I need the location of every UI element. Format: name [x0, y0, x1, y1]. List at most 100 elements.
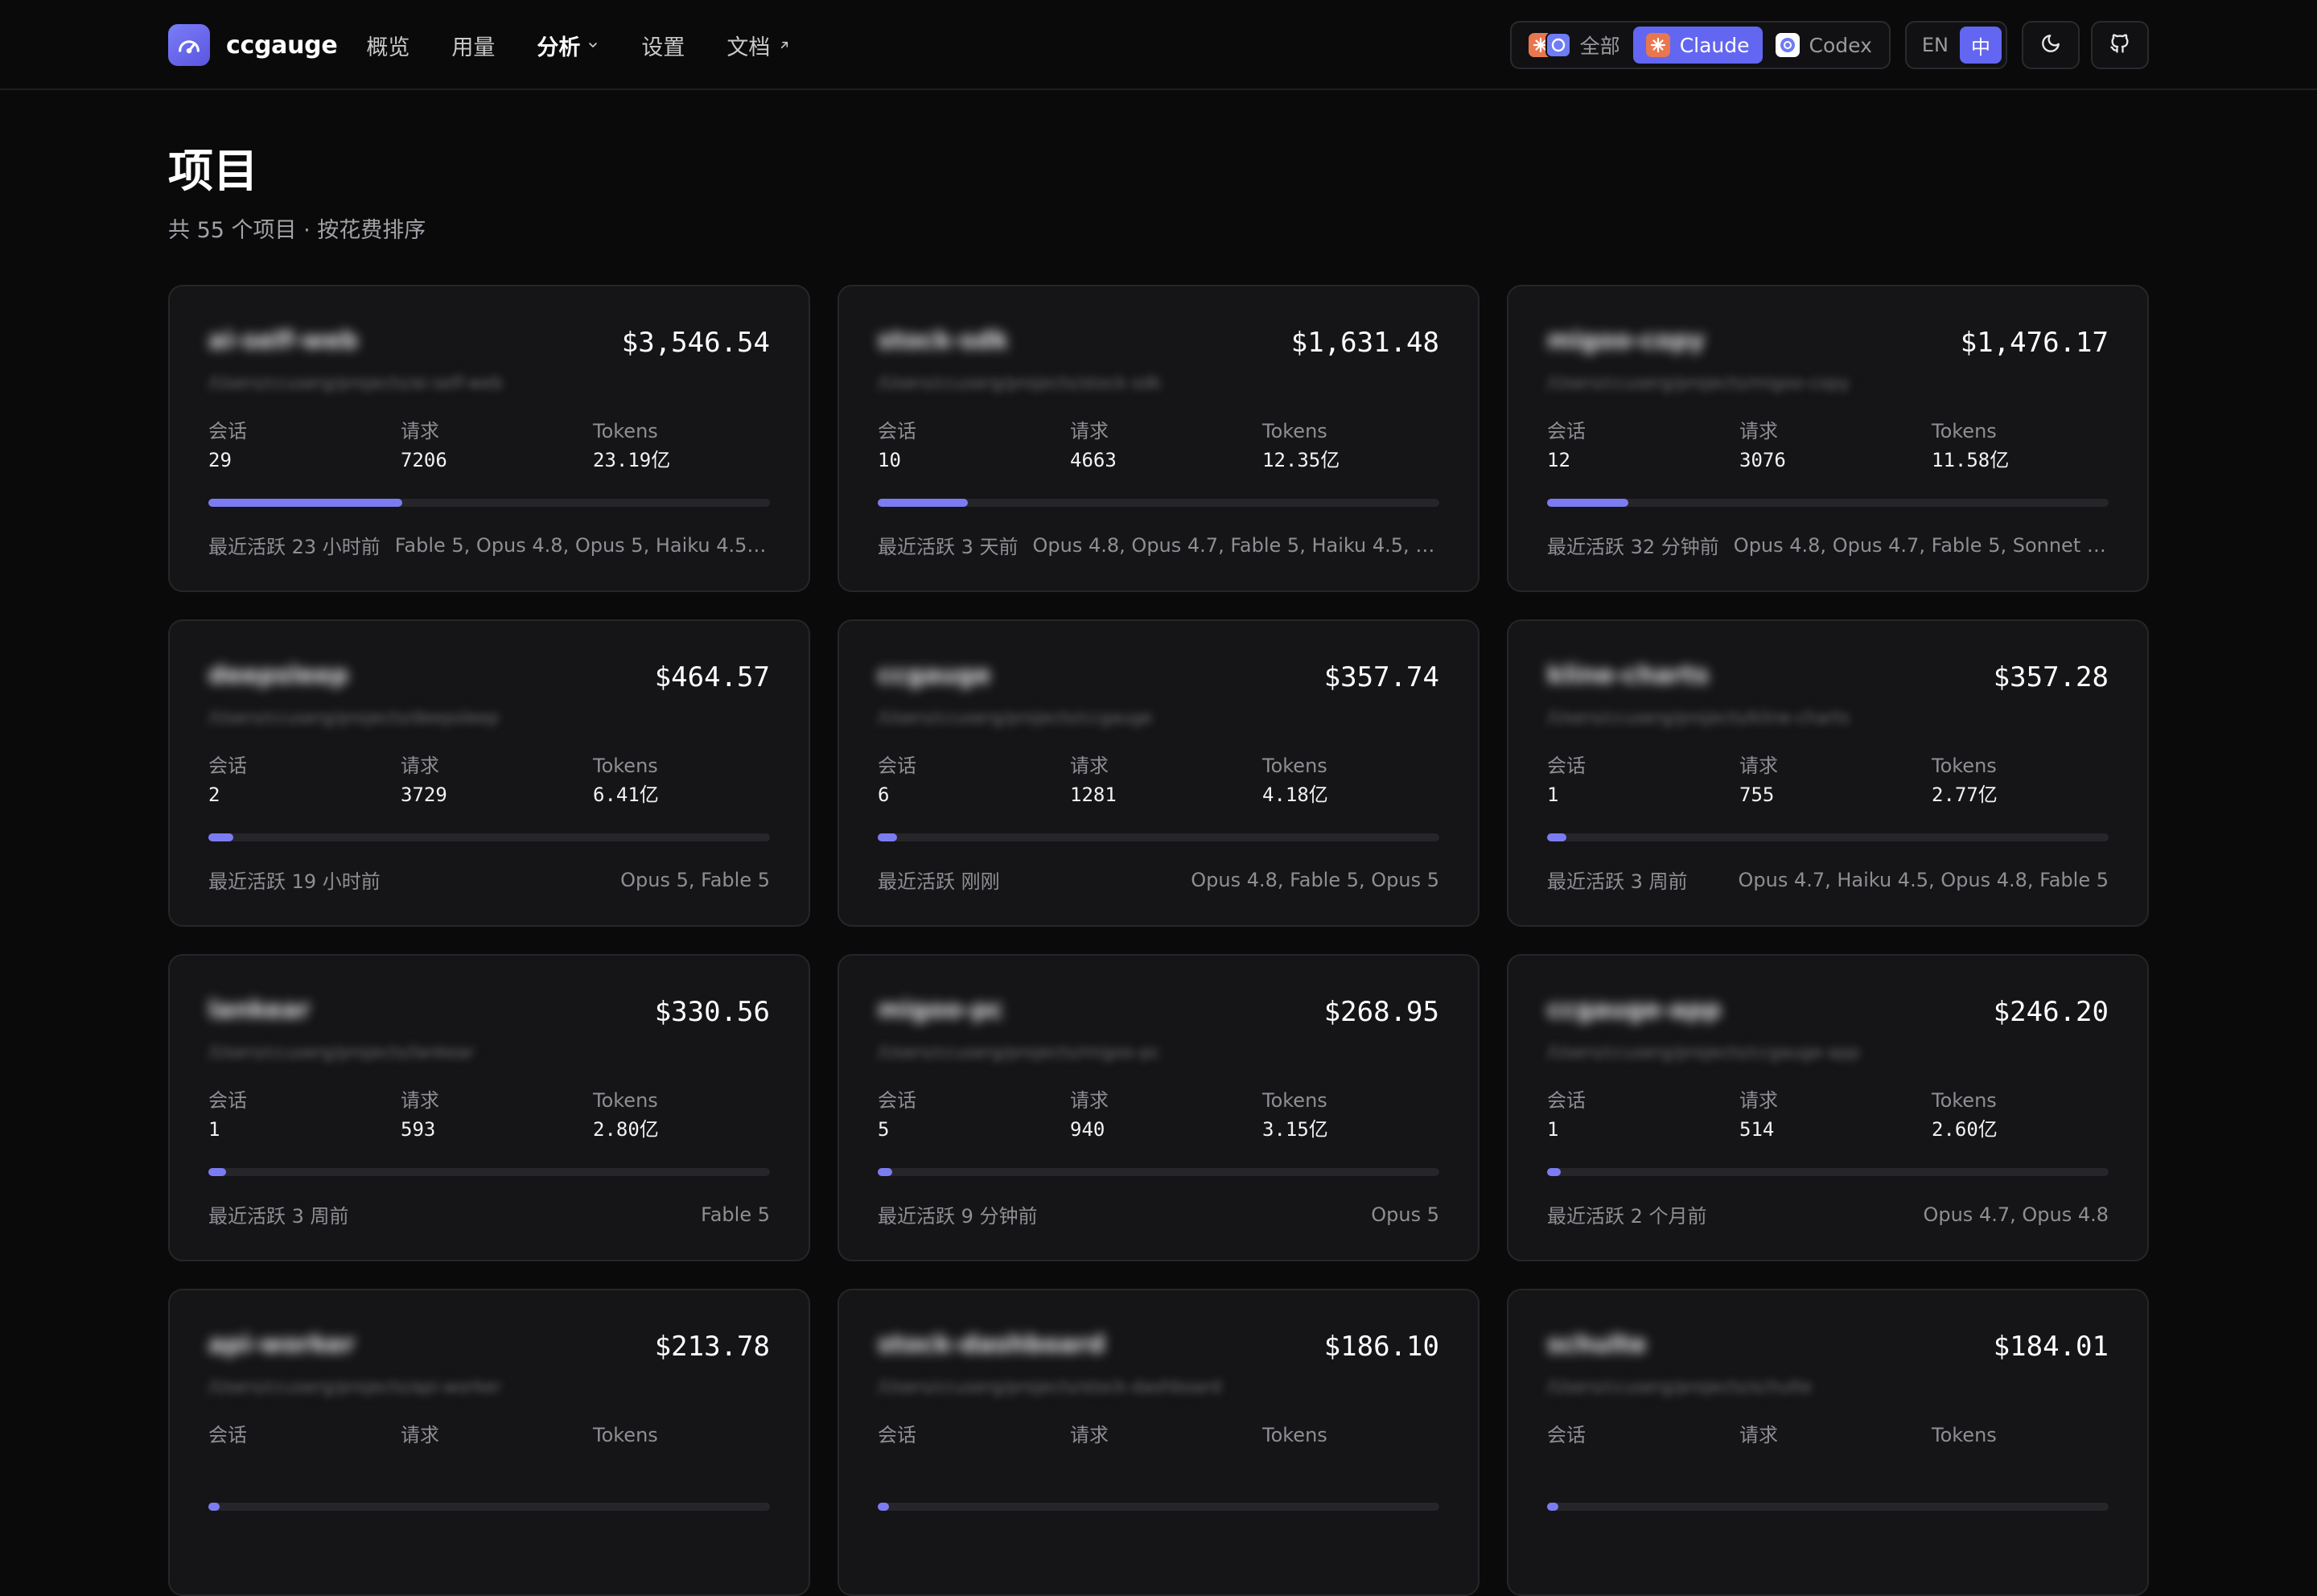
cost-share-bar — [1547, 499, 2109, 507]
project-name: ccgauge — [878, 661, 991, 689]
lang-zh-label: 中 — [1971, 35, 1990, 59]
source-option-codex-label: Codex — [1809, 33, 1872, 57]
project-card[interactable]: ccgauge $357.74 /Users/ccuserg/projects/… — [837, 619, 1480, 927]
gauge-logo-icon[interactable] — [168, 24, 210, 66]
stat-requests-label: 请求 — [401, 1424, 439, 1446]
stat-sessions-value: 29 — [208, 449, 232, 471]
project-card[interactable]: api-worker $213.78 /Users/ccuserg/projec… — [168, 1289, 810, 1596]
stat-requests: 请求 7206 — [401, 418, 593, 473]
project-cost: $1,476.17 — [1960, 327, 2109, 359]
project-path: /Users/ccuserg/projects/schulte — [1547, 1377, 1812, 1396]
project-name: api-worker — [208, 1331, 355, 1359]
stat-sessions-value: 10 — [878, 449, 901, 471]
project-name: kline-charts — [1547, 661, 1710, 689]
last-active: 最近活跃 3 周前 — [1547, 870, 1688, 893]
project-stats: 会话 5 请求 940 Tokens 3.15亿 — [878, 1088, 1455, 1142]
stat-requests-label: 请求 — [1070, 1424, 1109, 1446]
card-header: api-worker $213.78 — [208, 1331, 770, 1363]
stat-tokens-label: Tokens — [593, 755, 658, 777]
top-navbar: ccgauge 概览 用量 分析 设置 文档 全部 Claude Codex E… — [0, 0, 2317, 90]
stat-sessions-label: 会话 — [208, 755, 247, 777]
stat-tokens: Tokens 2.80亿 — [593, 1088, 785, 1142]
project-path: /Users/ccuserg/projects/migoo-copy — [1547, 373, 1850, 393]
lang-option-en[interactable]: EN — [1911, 27, 1960, 64]
source-option-claude-label: Claude — [1679, 33, 1750, 57]
project-name: lankear — [208, 996, 311, 1024]
cost-share-fill — [1547, 1503, 1558, 1511]
stat-sessions: 会话 10 — [878, 418, 1070, 473]
source-option-all[interactable]: 全部 — [1516, 27, 1633, 64]
stat-tokens-label: Tokens — [1932, 755, 1997, 777]
nav-usage[interactable]: 用量 — [451, 30, 495, 61]
stat-sessions-label: 会话 — [208, 1424, 247, 1446]
stat-sessions: 会话 12 — [1547, 418, 1739, 473]
stat-sessions-label: 会话 — [878, 1424, 916, 1446]
project-stats: 会话 6 请求 1281 Tokens 4.18亿 — [878, 753, 1455, 808]
card-footer: 最近活跃 3 周前 Opus 4.7, Haiku 4.5, Opus 4.8,… — [1547, 866, 2109, 894]
cost-share-bar — [878, 833, 1439, 841]
theme-toggle-button[interactable] — [2022, 21, 2080, 69]
project-card[interactable]: ai-self-web $3,546.54 /Users/ccuserg/pro… — [168, 285, 810, 592]
project-stats: 会话 12 请求 3076 Tokens 11.58亿 — [1547, 418, 2124, 473]
stat-tokens-value: 12.35亿 — [1262, 449, 1340, 471]
stat-tokens: Tokens 23.19亿 — [593, 418, 785, 473]
stat-requests-label: 请求 — [1739, 420, 1778, 442]
cost-share-bar — [208, 1168, 770, 1176]
stat-sessions: 会话 — [878, 1422, 1070, 1451]
lang-en-label: EN — [1921, 34, 1949, 56]
github-link-button[interactable] — [2091, 21, 2149, 69]
source-option-codex[interactable]: Codex — [1763, 27, 1885, 64]
chevron-down-icon — [586, 39, 599, 51]
project-cost: $213.78 — [654, 1331, 770, 1363]
stat-requests-value: 3729 — [401, 784, 447, 806]
stat-requests-label: 请求 — [1739, 755, 1778, 777]
project-card[interactable]: ccgauge-app $246.20 /Users/ccuserg/proje… — [1507, 954, 2149, 1261]
stat-requests: 请求 4663 — [1070, 418, 1262, 473]
stat-requests: 请求 3076 — [1739, 418, 1932, 473]
project-grid: ai-self-web $3,546.54 /Users/ccuserg/pro… — [168, 285, 2150, 1596]
nav-docs-link[interactable]: 文档 — [726, 30, 791, 61]
stat-requests: 请求 755 — [1739, 753, 1932, 808]
stat-requests-label: 请求 — [1070, 755, 1109, 777]
nav-docs-label: 文档 — [726, 35, 771, 60]
source-option-claude[interactable]: Claude — [1632, 27, 1763, 64]
project-cost: $268.95 — [1323, 996, 1439, 1028]
nav-analysis-dropdown[interactable]: 分析 — [537, 30, 599, 61]
brand-name[interactable]: ccgauge — [226, 31, 338, 60]
project-stats: 会话 请求 Tokens — [208, 1422, 785, 1451]
card-header: stock-dashboard $186.10 — [878, 1331, 1439, 1363]
project-card[interactable]: migoo-copy $1,476.17 /Users/ccuserg/proj… — [1507, 285, 2149, 592]
project-name: deepsleep — [208, 661, 348, 689]
stat-sessions-label: 会话 — [878, 420, 916, 442]
lang-option-zh[interactable]: 中 — [1960, 27, 2002, 64]
project-name: stock-sdk — [878, 327, 1009, 355]
project-card[interactable]: lankear $330.56 /Users/ccuserg/projects/… — [168, 954, 810, 1261]
nav-right: 全部 Claude Codex EN 中 — [1509, 21, 2149, 69]
nav-overview[interactable]: 概览 — [366, 30, 409, 61]
stat-requests: 请求 514 — [1739, 1088, 1932, 1142]
cost-share-fill — [208, 499, 402, 507]
stat-tokens-value: 2.60亿 — [1932, 1118, 1998, 1141]
project-stats: 会话 1 请求 593 Tokens 2.80亿 — [208, 1088, 785, 1142]
project-stats: 会话 1 请求 755 Tokens 2.77亿 — [1547, 753, 2124, 808]
nav-settings[interactable]: 设置 — [641, 30, 685, 61]
stat-tokens-value: 4.18亿 — [1262, 784, 1328, 806]
project-card[interactable]: deepsleep $464.57 /Users/ccuserg/project… — [168, 619, 810, 927]
models-used: Opus 5 — [1371, 1203, 1439, 1226]
page-header: 项目 共 55 个项目 · 按花费排序 — [168, 143, 426, 244]
stat-tokens: Tokens 12.35亿 — [1262, 418, 1455, 473]
project-stats: 会话 29 请求 7206 Tokens 23.19亿 — [208, 418, 785, 473]
project-path: /Users/ccuserg/projects/deepsleep — [208, 708, 500, 727]
page-title: 项目 — [168, 146, 258, 198]
stat-sessions-value: 12 — [1547, 449, 1570, 471]
project-name: migoo-pc — [878, 996, 1003, 1024]
project-card[interactable]: migoo-pc $268.95 /Users/ccuserg/projects… — [837, 954, 1480, 1261]
stat-requests: 请求 1281 — [1070, 753, 1262, 808]
project-path: /Users/ccuserg/projects/ccgauge — [878, 708, 1153, 727]
project-cost: $464.57 — [654, 661, 770, 693]
project-card[interactable]: kline-charts $357.28 /Users/ccuserg/proj… — [1507, 619, 2149, 927]
project-card[interactable]: stock-sdk $1,631.48 /Users/ccuserg/proje… — [837, 285, 1480, 592]
project-card[interactable]: stock-dashboard $186.10 /Users/ccuserg/p… — [837, 1289, 1480, 1596]
project-card[interactable]: schulte $184.01 /Users/ccuserg/projects/… — [1507, 1289, 2149, 1596]
stat-sessions-value: 2 — [208, 784, 220, 806]
